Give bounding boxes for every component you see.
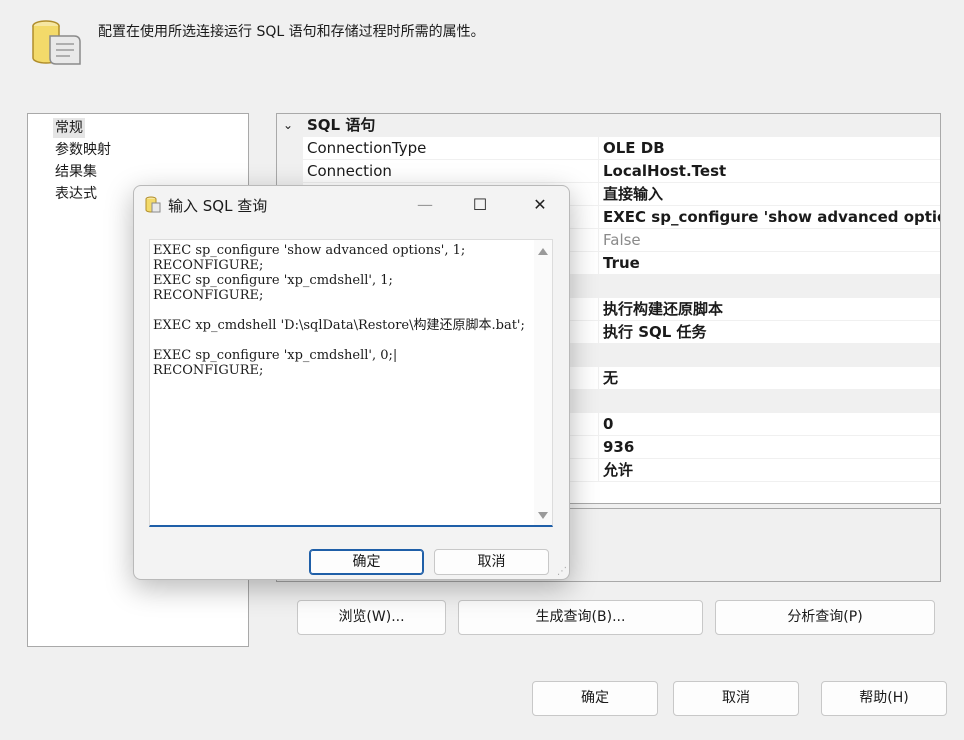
- property-value[interactable]: 直接输入: [598, 183, 940, 206]
- property-name: ConnectionType: [303, 137, 598, 160]
- scroll-down-icon[interactable]: [538, 512, 548, 519]
- dialog-ok-button[interactable]: 确定: [309, 549, 424, 575]
- property-row[interactable]: ConnectionType OLE DB: [277, 137, 940, 160]
- minimize-button[interactable]: —: [402, 190, 448, 220]
- dialog-cancel-button[interactable]: 取消: [434, 549, 549, 575]
- cancel-button[interactable]: 取消: [673, 681, 799, 716]
- property-value[interactable]: 0: [598, 413, 940, 436]
- property-value[interactable]: False: [598, 229, 940, 252]
- property-row[interactable]: Connection LocalHost.Test: [277, 160, 940, 183]
- property-name: Connection: [303, 160, 598, 183]
- sql-task-icon: [145, 196, 161, 213]
- sql-task-icon: [32, 20, 81, 65]
- property-value[interactable]: 允许: [598, 459, 940, 482]
- property-value[interactable]: EXEC sp_configure 'show advanced options…: [598, 206, 940, 229]
- sql-query-text[interactable]: EXEC sp_configure 'show advanced options…: [153, 243, 533, 378]
- nav-item-expressions[interactable]: 表达式: [53, 184, 99, 204]
- help-button[interactable]: 帮助(H): [821, 681, 947, 716]
- nav-item-result-set[interactable]: 结果集: [53, 162, 99, 182]
- ok-button[interactable]: 确定: [532, 681, 658, 716]
- dialog-title: 输入 SQL 查询: [168, 197, 268, 215]
- property-value[interactable]: 执行 SQL 任务: [598, 321, 940, 344]
- nav-item-general[interactable]: 常规: [53, 118, 85, 138]
- sql-query-editor[interactable]: EXEC sp_configure 'show advanced options…: [149, 239, 553, 527]
- maximize-button[interactable]: ☐: [457, 190, 503, 220]
- sql-query-dialog: 输入 SQL 查询 — ☐ ✕ EXEC sp_configure 'show …: [133, 185, 570, 580]
- property-value[interactable]: 936: [598, 436, 940, 459]
- resize-grip-icon[interactable]: ⋰: [557, 566, 567, 577]
- property-value[interactable]: OLE DB: [598, 137, 940, 160]
- browse-button[interactable]: 浏览(W)...: [297, 600, 446, 635]
- close-button[interactable]: ✕: [517, 190, 563, 220]
- property-value[interactable]: 执行构建还原脚本: [598, 298, 940, 321]
- parse-query-button[interactable]: 分析查询(P): [715, 600, 935, 635]
- vertical-scrollbar[interactable]: [534, 240, 552, 525]
- build-query-button[interactable]: 生成查询(B)...: [458, 600, 703, 635]
- property-value[interactable]: LocalHost.Test: [598, 160, 940, 183]
- category-sql-statement[interactable]: ⌄ SQL 语句: [277, 114, 940, 137]
- property-value[interactable]: True: [598, 252, 940, 275]
- category-label: SQL 语句: [307, 116, 376, 134]
- scroll-up-icon[interactable]: [538, 248, 548, 255]
- nav-item-parameter-mapping[interactable]: 参数映射: [53, 140, 113, 160]
- property-value[interactable]: 无: [598, 367, 940, 390]
- header-description: 配置在使用所选连接运行 SQL 语句和存储过程时所需的属性。: [98, 24, 485, 40]
- chevron-down-icon[interactable]: ⌄: [283, 114, 293, 137]
